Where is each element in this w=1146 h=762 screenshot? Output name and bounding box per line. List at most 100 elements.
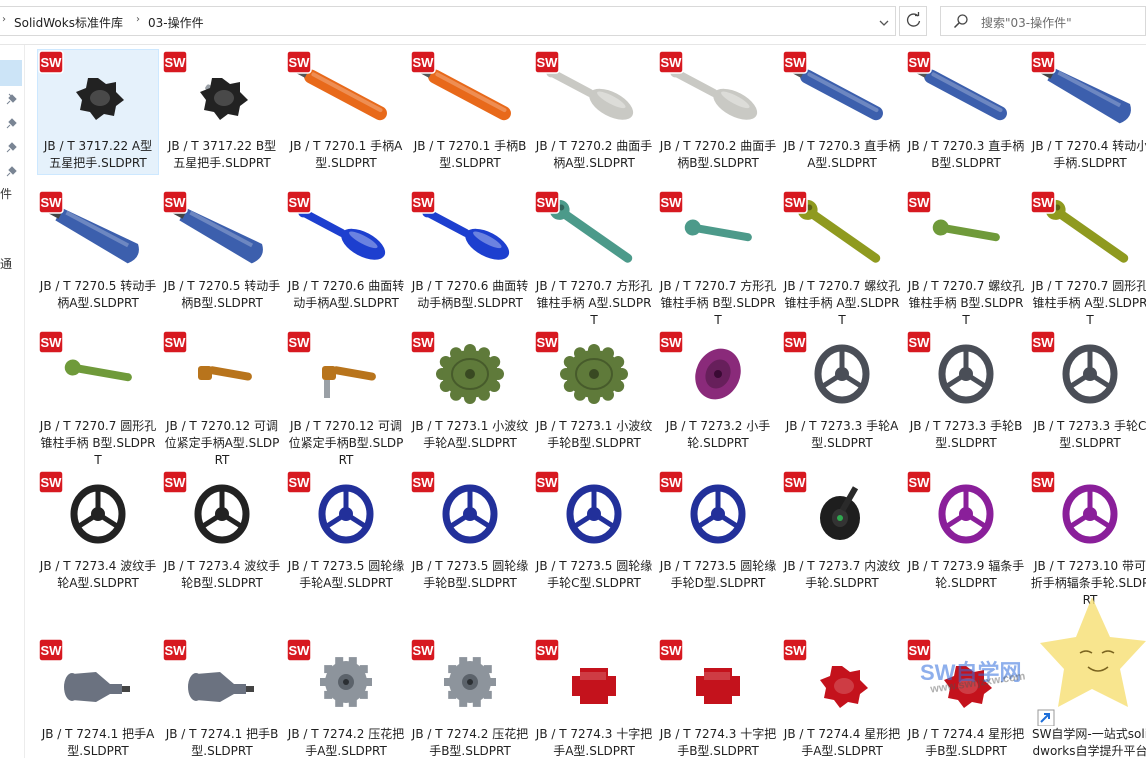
file-item[interactable]: SW JB / T 7273.3 手轮B型.SLDPRT [906,330,1026,454]
solidworks-badge-icon: SW [534,470,560,494]
svg-text:SW: SW [1033,195,1055,210]
file-item[interactable]: SW JB / T 7274.4 星形把手B型.SLDPRT [906,638,1026,762]
solidworks-badge-icon: SW [410,470,436,494]
file-name-label: JB / T 7270.7 方形孔锥柱手柄 B型.SLDPRT [659,279,777,327]
file-item[interactable]: SW JB / T 7270.1 手柄B型.SLDPRT [410,50,530,174]
svg-text:SW: SW [785,643,807,658]
file-name-label: JB / T 7270.2 曲面手柄B型.SLDPRT [659,139,777,170]
file-item[interactable]: SW JB / T 7274.1 把手A型.SLDPRT [38,638,158,762]
file-item[interactable]: SW JB / T 7273.5 圆轮缘手轮D型.SLDPRT [658,470,778,594]
file-item[interactable]: SW JB / T 7274.3 十字把手B型.SLDPRT [658,638,778,762]
file-thumbnail: SW [782,50,902,138]
shortcut-star-icon [1037,709,1055,726]
svg-text:SW: SW [537,643,559,658]
file-item[interactable]: SW JB / T 7273.9 辐条手轮.SLDPRT [906,470,1026,594]
file-item[interactable]: SW JB / T 7270.3 直手柄B型.SLDPRT [906,50,1026,174]
file-thumbnail: SW [658,190,778,278]
file-item[interactable]: SW JB / T 7273.3 手轮A型.SLDPRT [782,330,902,454]
file-item[interactable]: SW JB / T 7273.5 圆轮缘手轮C型.SLDPRT [534,470,654,594]
file-name-label: JB / T 7270.3 直手柄B型.SLDPRT [907,139,1025,170]
file-item[interactable]: SW JB / T 3717.22 B型五星把手.SLDPRT [162,50,282,174]
address-dropdown-icon[interactable] [873,13,895,33]
nav-item-label[interactable]: 件 [0,185,12,202]
file-item[interactable]: SW JB / T 7270.7 方形孔锥柱手柄 B型.SLDPRT [658,190,778,327]
file-item[interactable]: SW JB / T 7273.5 圆轮缘手轮A型.SLDPRT [286,470,406,594]
svg-text:SW: SW [909,195,931,210]
file-item[interactable]: SW JB / T 7270.2 曲面手柄B型.SLDPRT [658,50,778,174]
svg-text:SW: SW [165,643,187,658]
file-item[interactable]: SW JB / T 7273.3 手轮C型.SLDPRT [1030,330,1146,454]
file-item[interactable]: SW JB / T 7270.5 转动手柄A型.SLDPRT [38,190,158,314]
file-item[interactable]: SW JB / T 7270.7 方形孔锥柱手柄 A型.SLDPRT [534,190,654,327]
file-item[interactable]: SW JB / T 7270.4 转动小手柄.SLDPRT [1030,50,1146,174]
pin-icon[interactable] [6,165,18,177]
file-name-label: JB / T 7270.4 转动小手柄.SLDPRT [1031,139,1146,170]
file-thumbnail: SW [286,638,406,726]
search-input[interactable]: 搜索"03-操作件" [940,6,1146,36]
solidworks-badge-icon: SW [38,638,64,662]
file-item[interactable]: SW JB / T 7274.2 压花把手A型.SLDPRT [286,638,406,762]
address-bar[interactable]: › SolidWoks标准件库 › 03-操作件 [0,6,896,36]
file-item[interactable]: SW JB / T 7273.4 波纹手轮B型.SLDPRT [162,470,282,594]
breadcrumb-item-root[interactable]: SolidWoks标准件库 [14,14,123,31]
file-name-label: JB / T 7270.5 转动手柄A型.SLDPRT [39,279,157,310]
shortcut-file-item[interactable]: SW自学网-一站式solidworks自学提升平台 [1030,638,1146,762]
pin-icon[interactable] [6,141,18,153]
file-name-label: JB / T 7273.4 波纹手轮B型.SLDPRT [163,559,281,590]
file-item[interactable]: SW JB / T 7274.1 把手B型.SLDPRT [162,638,282,762]
file-item[interactable]: SW JB / T 7270.12 可调位紧定手柄B型.SLDPRT [286,330,406,467]
file-item[interactable]: SW JB / T 7273.4 波纹手轮A型.SLDPRT [38,470,158,594]
solidworks-badge-icon: SW [162,190,188,214]
file-name-label: JB / T 7270.7 螺纹孔锥柱手柄 B型.SLDPRT [907,279,1025,327]
solidworks-badge-icon: SW [782,470,808,494]
pin-icon[interactable] [6,117,18,129]
file-name-label: JB / T 7273.5 圆轮缘手轮D型.SLDPRT [659,559,777,590]
file-item[interactable]: SW JB / T 7273.5 圆轮缘手轮B型.SLDPRT [410,470,530,594]
svg-text:SW: SW [537,195,559,210]
file-item[interactable]: SW JB / T 7270.6 曲面转动手柄B型.SLDPRT [410,190,530,314]
solidworks-badge-icon: SW [782,190,808,214]
svg-text:SW: SW [661,195,683,210]
breadcrumb-chevron-icon[interactable]: › [136,14,140,25]
solidworks-badge-icon: SW [906,190,932,214]
file-item[interactable]: SW JB / T 7270.2 曲面手柄A型.SLDPRT [534,50,654,174]
file-item[interactable]: SW JB / T 7270.7 螺纹孔锥柱手柄 A型.SLDPRT [782,190,902,327]
file-item[interactable]: SW JB / T 7270.7 圆形孔锥柱手柄 B型.SLDPRT [38,330,158,467]
file-name-label: JB / T 7270.6 曲面转动手柄A型.SLDPRT [287,279,405,310]
file-thumbnail: SW [906,470,1026,558]
file-item[interactable]: SW JB / T 3717.22 A型五星把手.SLDPRT [37,49,159,175]
breadcrumb-chevron-icon[interactable]: › [2,14,6,25]
file-item[interactable]: SW JB / T 7273.7 内波纹手轮.SLDPRT [782,470,902,594]
file-thumbnail: SW [410,470,530,558]
pin-icon[interactable] [6,93,18,105]
file-item[interactable]: SW JB / T 7273.1 小波纹手轮B型.SLDPRT [534,330,654,454]
file-item[interactable]: SW JB / T 7270.7 圆形孔锥柱手柄 A型.SLDPRT [1030,190,1146,327]
file-name-label: SW自学网-一站式solidworks自学提升平台 [1031,727,1146,758]
file-item[interactable]: SW JB / T 7270.6 曲面转动手柄A型.SLDPRT [286,190,406,314]
file-thumbnail: SW [658,470,778,558]
file-name-label: JB / T 7274.2 压花把手A型.SLDPRT [287,727,405,758]
refresh-button[interactable] [899,6,927,36]
file-name-label: JB / T 7273.3 手轮A型.SLDPRT [785,419,899,450]
file-item[interactable]: SW JB / T 7273.1 小波纹手轮A型.SLDPRT [410,330,530,454]
breadcrumb-item-current[interactable]: 03-操作件 [148,14,204,31]
file-item[interactable]: SW JB / T 7273.10 带可折手柄辐条手轮.SLDPRT [1030,470,1146,607]
file-item[interactable]: SW JB / T 7270.7 螺纹孔锥柱手柄 B型.SLDPRT [906,190,1026,327]
address-bar-row: › SolidWoks标准件库 › 03-操作件 搜索"03-操作件" [0,0,1146,45]
file-item[interactable]: SW JB / T 7270.5 转动手柄B型.SLDPRT [162,190,282,314]
file-item[interactable]: SW JB / T 7274.3 十字把手A型.SLDPRT [534,638,654,762]
solidworks-badge-icon: SW [534,638,560,662]
file-name-label: JB / T 7273.9 辐条手轮.SLDPRT [907,559,1025,590]
file-item[interactable]: SW JB / T 7270.3 直手柄A型.SLDPRT [782,50,902,174]
solidworks-badge-icon: SW [286,638,312,662]
file-item[interactable]: SW JB / T 7270.12 可调位紧定手柄A型.SLDPRT [162,330,282,467]
svg-text:SW: SW [289,55,311,70]
solidworks-badge-icon: SW [1030,330,1056,354]
file-item[interactable]: SW JB / T 7274.4 星形把手A型.SLDPRT [782,638,902,762]
file-item[interactable]: SW JB / T 7270.1 手柄A型.SLDPRT [286,50,406,174]
file-item[interactable]: SW JB / T 7274.2 压花把手B型.SLDPRT [410,638,530,762]
nav-item-label[interactable]: 通 [0,255,12,272]
file-item[interactable]: SW JB / T 7273.2 小手轮.SLDPRT [658,330,778,454]
solidworks-badge-icon: SW [534,330,560,354]
nav-selected-item[interactable] [0,60,22,86]
